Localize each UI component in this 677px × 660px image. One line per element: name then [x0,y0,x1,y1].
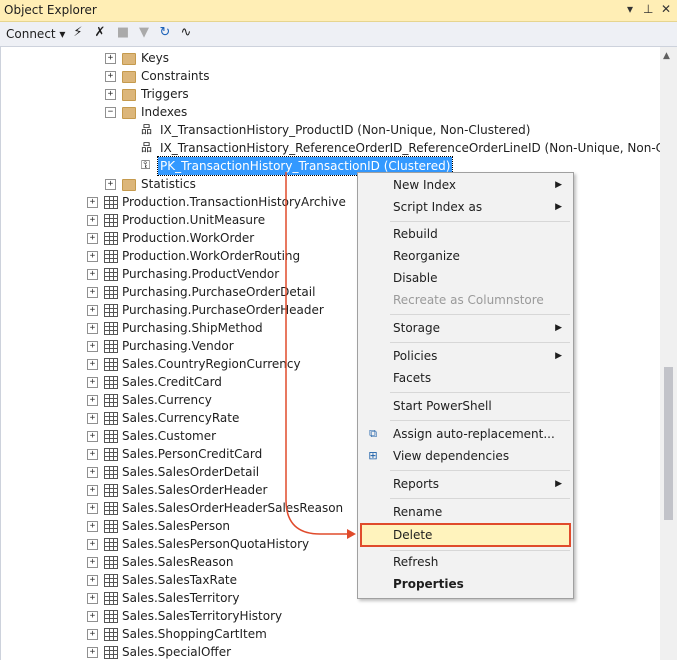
vertical-scrollbar[interactable]: ▲ [660,47,677,660]
menu-separator [390,392,570,393]
menu-item-new-index[interactable]: New Index ▶ [360,174,571,196]
scroll-up-icon[interactable]: ▲ [663,51,670,61]
submenu-arrow-icon: ▶ [555,323,562,333]
menu-separator [390,314,570,315]
submenu-arrow-icon: ▶ [555,351,562,361]
menu-item-rebuild[interactable]: Rebuild [360,223,571,245]
menu-label: Rebuild [393,227,438,241]
annotation-arrow [285,172,356,539]
menu-item-recreate-columnstore: Recreate as Columnstore [360,289,571,311]
menu-item-assign-auto-replacement[interactable]: ⧉ Assign auto-replacement... [360,423,571,445]
menu-label: Disable [393,271,438,285]
submenu-arrow-icon: ▶ [555,180,562,190]
menu-item-storage[interactable]: Storage ▶ [360,317,571,339]
menu-label: Assign auto-replacement... [393,427,555,441]
menu-label: Facets [393,371,432,385]
menu-label: Reorganize [393,249,460,263]
menu-item-properties[interactable]: Properties [360,573,571,595]
menu-item-start-powershell[interactable]: Start PowerShell [360,395,571,417]
context-menu: New Index ▶ Script Index as ▶ Rebuild Re… [357,172,574,599]
menu-item-script-index-as[interactable]: Script Index as ▶ [360,196,571,218]
menu-label: Delete [393,528,433,542]
menu-item-reports[interactable]: Reports ▶ [360,473,571,495]
menu-item-disable[interactable]: Disable [360,267,571,289]
menu-separator [390,221,570,222]
menu-item-view-dependencies[interactable]: ⊞ View dependencies [360,445,571,467]
menu-label: Recreate as Columnstore [393,293,544,307]
menu-label: New Index [393,178,457,192]
dependencies-icon: ⊞ [368,449,378,462]
menu-item-rename[interactable]: Rename [360,501,571,523]
menu-separator [390,420,570,421]
menu-separator [390,498,570,499]
menu-label: Start PowerShell [393,399,492,413]
submenu-arrow-icon: ▶ [555,479,562,489]
menu-label: Properties [393,577,464,591]
menu-item-refresh[interactable]: Refresh [360,551,571,573]
menu-item-reorganize[interactable]: Reorganize [360,245,571,267]
scrollbar-thumb[interactable] [664,367,673,520]
menu-item-facets[interactable]: Facets [360,367,571,389]
menu-separator [390,342,570,343]
auto-replacement-icon: ⧉ [369,427,377,440]
submenu-arrow-icon: ▶ [555,202,562,212]
menu-label: Storage [393,321,440,335]
menu-label: View dependencies [393,449,510,463]
menu-label: Script Index as [393,200,483,214]
menu-item-policies[interactable]: Policies ▶ [360,345,571,367]
menu-separator [390,470,570,471]
menu-label: Reports [393,477,440,491]
menu-item-delete[interactable]: Delete [360,523,571,547]
menu-label: Policies [393,349,438,363]
menu-label: Rename [393,505,443,519]
menu-label: Refresh [393,555,439,569]
